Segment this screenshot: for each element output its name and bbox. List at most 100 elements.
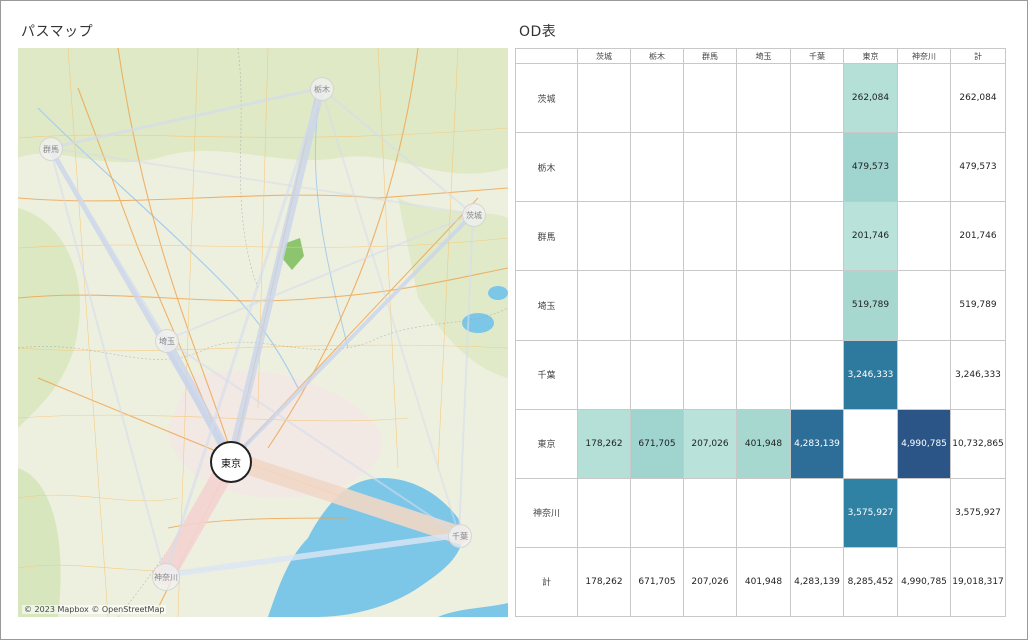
od-row-gunma: 群馬 201,746 201,746	[515, 201, 1006, 272]
od-cell-total[interactable]: 262,084	[950, 62, 1006, 134]
od-cell[interactable]	[790, 339, 844, 410]
od-cell-total[interactable]: 519,789	[950, 270, 1006, 341]
od-cell[interactable]	[577, 339, 631, 410]
od-row-tokyo: 東京 178,262 671,705 207,026 401,948 4,283…	[515, 408, 1006, 479]
od-header-kanagawa[interactable]: 神奈川	[897, 48, 951, 64]
od-cell[interactable]	[790, 201, 844, 272]
od-cell[interactable]	[630, 270, 684, 341]
od-cell-total[interactable]: 3,575,927	[950, 477, 1006, 548]
od-header-row: 茨城 栃木 群馬 埼玉 千葉 東京 神奈川 計	[515, 48, 1006, 64]
od-cell[interactable]	[630, 132, 684, 203]
map-node-gunma[interactable]: 群馬	[39, 137, 63, 161]
od-cell[interactable]	[897, 339, 951, 410]
od-cell[interactable]: 207,026	[683, 408, 737, 479]
od-cell[interactable]: 401,948	[736, 408, 791, 479]
od-header-tokyo[interactable]: 東京	[843, 48, 898, 64]
od-cell[interactable]	[897, 201, 951, 272]
od-cell[interactable]: 4,283,139	[790, 408, 844, 479]
od-cell[interactable]	[577, 62, 631, 134]
od-cell[interactable]	[630, 477, 684, 548]
od-cell[interactable]: 519,789	[843, 270, 898, 341]
od-cell[interactable]: 262,084	[843, 62, 898, 134]
od-header-ibaraki[interactable]: 茨城	[577, 48, 631, 64]
map-node-chiba[interactable]: 千葉	[448, 524, 472, 548]
od-cell[interactable]	[630, 62, 684, 134]
od-cell[interactable]	[897, 270, 951, 341]
od-cell[interactable]	[630, 201, 684, 272]
od-cell-total[interactable]: 4,283,139	[790, 546, 844, 618]
od-cell-total[interactable]: 201,746	[950, 201, 1006, 272]
od-cell[interactable]	[790, 62, 844, 134]
od-header-chiba[interactable]: 千葉	[790, 48, 844, 64]
od-cell[interactable]	[736, 132, 791, 203]
map-node-kanagawa[interactable]: 神奈川	[152, 563, 180, 591]
od-row-label[interactable]: 埼玉	[515, 270, 578, 341]
od-row-saitama: 埼玉 519,789 519,789	[515, 270, 1006, 341]
od-cell-total[interactable]: 19,018,317	[950, 546, 1006, 618]
map-attribution[interactable]: © 2023 Mapbox © OpenStreetMap	[22, 605, 167, 614]
map-node-tochigi[interactable]: 栃木	[310, 77, 334, 101]
od-row-ibaraki: 茨城 262,084 262,084	[515, 62, 1006, 134]
od-cell[interactable]	[897, 62, 951, 134]
od-cell[interactable]: 479,573	[843, 132, 898, 203]
od-cell[interactable]: 201,746	[843, 201, 898, 272]
map-node-saitama[interactable]: 埼玉	[155, 329, 179, 353]
od-cell[interactable]: 4,990,785	[897, 408, 951, 479]
od-cell[interactable]	[790, 477, 844, 548]
od-row-label[interactable]: 計	[515, 546, 578, 618]
od-cell[interactable]	[577, 132, 631, 203]
od-cell-total[interactable]: 3,246,333	[950, 339, 1006, 410]
od-cell[interactable]	[843, 408, 898, 479]
od-row-label[interactable]: 栃木	[515, 132, 578, 203]
od-cell[interactable]	[897, 477, 951, 548]
od-cell[interactable]: 3,246,333	[843, 339, 898, 410]
map-node-tokyo[interactable]: 東京	[210, 441, 252, 483]
od-cell-total[interactable]: 8,285,452	[843, 546, 898, 618]
od-cell-total[interactable]: 671,705	[630, 546, 684, 618]
map-node-ibaraki[interactable]: 茨城	[462, 203, 486, 227]
od-cell-total[interactable]: 207,026	[683, 546, 737, 618]
map-background	[18, 48, 508, 617]
od-row-label[interactable]: 神奈川	[515, 477, 578, 548]
od-header-gunma[interactable]: 群馬	[683, 48, 737, 64]
od-table: 茨城 栃木 群馬 埼玉 千葉 東京 神奈川 計 茨城 262,084 262,0…	[515, 48, 1006, 618]
od-cell[interactable]	[683, 270, 737, 341]
od-cell[interactable]	[683, 339, 737, 410]
od-cell[interactable]	[736, 62, 791, 134]
od-cell[interactable]: 3,575,927	[843, 477, 898, 548]
od-table-title: OD表	[519, 24, 557, 40]
od-cell-total[interactable]: 4,990,785	[897, 546, 951, 618]
od-cell-total[interactable]: 479,573	[950, 132, 1006, 203]
od-cell-total[interactable]: 10,732,865	[950, 408, 1006, 479]
od-cell[interactable]	[736, 339, 791, 410]
od-cell[interactable]	[683, 132, 737, 203]
od-cell[interactable]	[683, 201, 737, 272]
od-cell[interactable]	[683, 477, 737, 548]
od-cell[interactable]	[577, 477, 631, 548]
od-cell[interactable]	[736, 477, 791, 548]
od-cell[interactable]	[630, 339, 684, 410]
od-cell[interactable]	[790, 132, 844, 203]
od-cell[interactable]	[736, 201, 791, 272]
od-header-corner	[515, 48, 578, 64]
od-header-tochigi[interactable]: 栃木	[630, 48, 684, 64]
od-row-label[interactable]: 茨城	[515, 62, 578, 134]
path-map[interactable]: 栃木 群馬 茨城 埼玉 千葉 神奈川 東京 © 2023 Mapbox © Op…	[18, 48, 508, 617]
od-cell-total[interactable]: 178,262	[577, 546, 631, 618]
od-header-total[interactable]: 計	[950, 48, 1006, 64]
od-cell[interactable]	[790, 270, 844, 341]
od-cell-total[interactable]: 401,948	[736, 546, 791, 618]
od-row-label[interactable]: 群馬	[515, 201, 578, 272]
od-cell[interactable]: 178,262	[577, 408, 631, 479]
od-row-label[interactable]: 千葉	[515, 339, 578, 410]
od-row-tochigi: 栃木 479,573 479,573	[515, 132, 1006, 203]
od-cell[interactable]	[577, 201, 631, 272]
od-header-saitama[interactable]: 埼玉	[736, 48, 791, 64]
od-cell[interactable]: 671,705	[630, 408, 684, 479]
od-cell[interactable]	[577, 270, 631, 341]
od-row-label[interactable]: 東京	[515, 408, 578, 479]
od-cell[interactable]	[736, 270, 791, 341]
od-cell[interactable]	[897, 132, 951, 203]
od-cell[interactable]	[683, 62, 737, 134]
od-row-total: 計 178,262 671,705 207,026 401,948 4,283,…	[515, 546, 1006, 618]
